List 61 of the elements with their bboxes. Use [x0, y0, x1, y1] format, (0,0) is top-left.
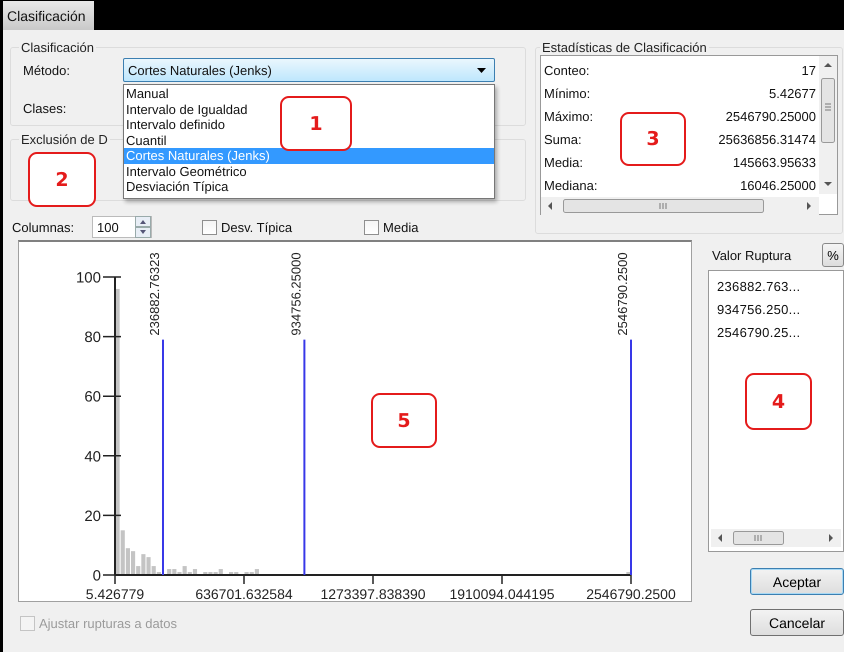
- break-label: 934756.25000: [288, 252, 304, 336]
- break-value[interactable]: 2546790.25...: [717, 321, 843, 344]
- checkbox[interactable]: Media: [364, 220, 418, 235]
- histogram-bar: [626, 572, 630, 575]
- y-tick-label: 0: [92, 568, 101, 584]
- list-title: Valor Ruptura: [711, 248, 792, 262]
- y-tick-label: 100: [76, 270, 101, 286]
- callout-box: 4: [745, 373, 812, 430]
- field-label: Columnas:: [11, 220, 76, 235]
- statistic-value: 2546790.25000: [726, 108, 817, 126]
- group-title: Clasificación: [20, 40, 95, 55]
- statistic-label: Media:: [544, 154, 584, 172]
- checkbox[interactable]: Desv. Típica: [202, 220, 292, 235]
- horizontal-scrollbar[interactable]: [711, 529, 841, 547]
- x-tick-label: 1910094.044195: [449, 586, 555, 602]
- field-label: Clases:: [22, 100, 68, 116]
- method-dropdown[interactable]: Cortes Naturales (Jenks): [123, 58, 495, 82]
- dropdown-option[interactable]: Intervalo definido: [124, 117, 228, 132]
- break-label: 2546790.2500: [615, 252, 630, 336]
- statistic-label: Máximo:: [544, 108, 594, 126]
- statistic-label: Mediana:: [544, 177, 598, 195]
- y-tick-label: 80: [84, 329, 101, 346]
- tab[interactable]: Clasificación: [3, 1, 94, 30]
- callout-box: 5: [371, 393, 437, 448]
- break-label: 236882.76323: [147, 252, 162, 336]
- vertical-scrollbar[interactable]: [819, 56, 837, 194]
- statistic-value: 17: [802, 62, 817, 80]
- percent-button[interactable]: %: [822, 243, 844, 267]
- dropdown-option[interactable]: Desviación Típica: [124, 179, 230, 194]
- caret-icon: [477, 68, 486, 72]
- dialog-button[interactable]: Cancelar: [750, 609, 844, 636]
- dropdown-option[interactable]: Manual: [124, 86, 171, 102]
- dropdown-option[interactable]: Cuantil: [124, 132, 168, 148]
- horizontal-scrollbar[interactable]: [541, 197, 819, 215]
- x-tick-label: 2546790.2500: [586, 586, 676, 602]
- statistic-value: 16046.25000: [740, 177, 817, 195]
- statistic-value: 145663.95633: [732, 154, 817, 172]
- statistic-label: Conteo:: [544, 62, 590, 80]
- callout-box: 2: [28, 152, 96, 207]
- statistic-label: Suma:: [544, 131, 582, 149]
- dropdown-option[interactable]: Intervalo de Igualdad: [124, 102, 250, 117]
- group-title: Estadísticas de Clasificación: [541, 40, 708, 55]
- y-tick-label: 20: [84, 508, 101, 525]
- x-tick-label: 5.426779: [86, 586, 144, 602]
- group-title: Exclusión de D: [20, 132, 109, 148]
- break-value[interactable]: 236882.763...: [717, 275, 843, 298]
- x-tick-label: 636701.632584: [195, 586, 293, 602]
- spin-arrows-icon: [135, 216, 151, 238]
- statistic-value: 25636856.31474: [718, 131, 817, 149]
- field-label: Método:: [22, 62, 71, 78]
- callout-box: 1: [280, 96, 352, 151]
- statistic-value: 5.42677: [769, 85, 817, 103]
- break-value[interactable]: 934756.250...: [717, 298, 843, 321]
- x-tick-label: 1273397.838390: [320, 586, 426, 602]
- y-tick-label: 60: [84, 388, 101, 406]
- columns-spinner[interactable]: 100: [92, 216, 152, 238]
- y-tick-label: 40: [84, 448, 101, 466]
- dropdown-option[interactable]: Intervalo Geométrico: [124, 164, 249, 179]
- callout-box: 3: [620, 112, 686, 166]
- dialog-button[interactable]: Aceptar: [750, 568, 844, 595]
- statistic-label: Mínimo:: [544, 85, 590, 103]
